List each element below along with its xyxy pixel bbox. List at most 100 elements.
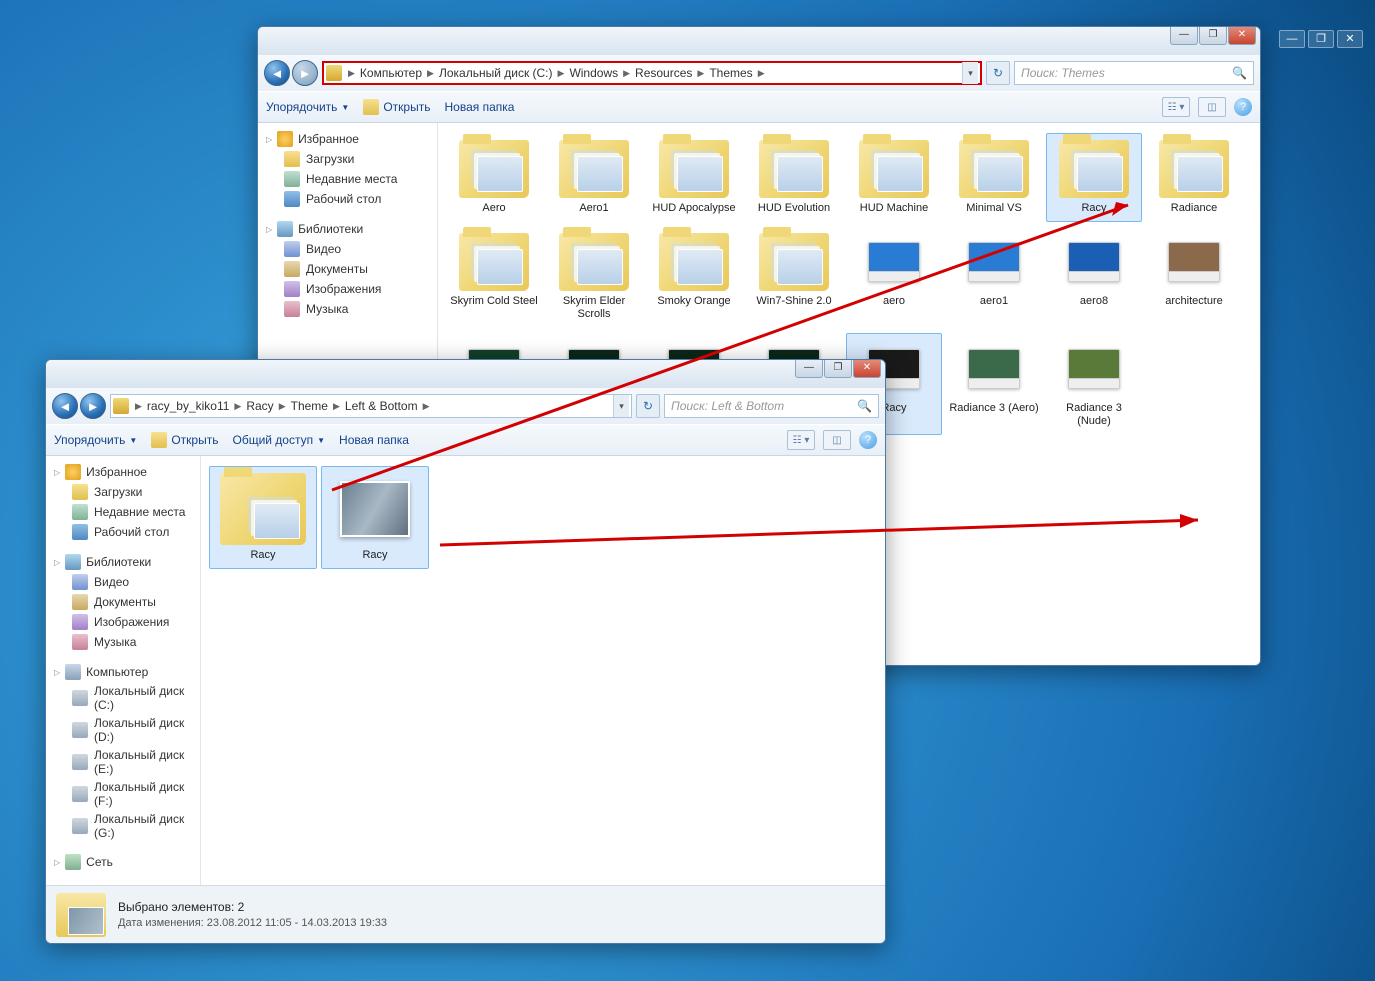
theme-item[interactable]: architecture bbox=[1146, 226, 1242, 328]
sidebar-item-downloads[interactable]: Загрузки bbox=[258, 149, 437, 169]
folder-item[interactable]: Radiance bbox=[1146, 133, 1242, 222]
sidebar-favorites[interactable]: ▷Избранное bbox=[258, 129, 437, 149]
sidebar-computer[interactable]: ▷Компьютер bbox=[46, 662, 200, 682]
chevron-right-icon[interactable]: ▶ bbox=[348, 68, 355, 79]
sidebar-item-documents[interactable]: Документы bbox=[258, 259, 437, 279]
view-options-button[interactable]: ☷ ▾ bbox=[1162, 97, 1190, 117]
folder-item[interactable]: Skyrim Cold Steel bbox=[446, 226, 542, 328]
titlebar[interactable]: — ❐ ✕ bbox=[46, 360, 885, 388]
folder-item[interactable]: Aero bbox=[446, 133, 542, 222]
chevron-right-icon[interactable]: ▶ bbox=[333, 401, 340, 412]
sidebar-libraries[interactable]: ▷Библиотеки bbox=[46, 552, 200, 572]
forward-button[interactable]: ► bbox=[80, 393, 106, 419]
chevron-right-icon[interactable]: ▶ bbox=[758, 68, 765, 79]
folder-item[interactable]: Aero1 bbox=[546, 133, 642, 222]
sidebar-item-desktop[interactable]: Рабочий стол bbox=[46, 522, 200, 542]
sidebar-item-music[interactable]: Музыка bbox=[46, 632, 200, 652]
search-input[interactable]: Поиск: Themes 🔍 bbox=[1014, 61, 1254, 85]
close-button[interactable]: ✕ bbox=[853, 360, 881, 378]
maximize-button[interactable]: ❐ bbox=[1199, 27, 1227, 45]
theme-item[interactable]: aero bbox=[846, 226, 942, 328]
breadcrumb-item[interactable]: Компьютер bbox=[357, 66, 425, 80]
address-bar[interactable]: ▶ Компьютер ▶ Локальный диск (C:) ▶ Wind… bbox=[322, 61, 982, 85]
refresh-button[interactable]: ↻ bbox=[986, 61, 1010, 85]
sidebar-item-drive-e[interactable]: Локальный диск (E:) bbox=[46, 746, 200, 778]
back-button[interactable]: ◄ bbox=[264, 60, 290, 86]
new-folder-button[interactable]: Новая папка bbox=[339, 433, 409, 447]
open-button[interactable]: Открыть bbox=[151, 432, 218, 448]
breadcrumb-item[interactable]: Resources bbox=[632, 66, 695, 80]
chevron-right-icon[interactable]: ▶ bbox=[423, 401, 430, 412]
chevron-right-icon[interactable]: ▶ bbox=[697, 68, 704, 79]
forward-button[interactable]: ► bbox=[292, 60, 318, 86]
address-dropdown[interactable]: ▾ bbox=[962, 62, 978, 84]
outer-maximize-button[interactable]: ❐ bbox=[1308, 30, 1334, 48]
sidebar-item-downloads[interactable]: Загрузки bbox=[46, 482, 200, 502]
sidebar-item-music[interactable]: Музыка bbox=[258, 299, 437, 319]
folder-item[interactable]: HUD Evolution bbox=[746, 133, 842, 222]
address-dropdown[interactable]: ▾ bbox=[613, 395, 629, 417]
sidebar-item-recent[interactable]: Недавние места bbox=[258, 169, 437, 189]
sidebar-item-video[interactable]: Видео bbox=[46, 572, 200, 592]
sidebar-item-drive-c[interactable]: Локальный диск (C:) bbox=[46, 682, 200, 714]
sidebar-item-video[interactable]: Видео bbox=[258, 239, 437, 259]
breadcrumb-item[interactable]: Локальный диск (C:) bbox=[436, 66, 556, 80]
sidebar-item-documents[interactable]: Документы bbox=[46, 592, 200, 612]
minimize-button[interactable]: — bbox=[1170, 27, 1198, 45]
sidebar-item-images[interactable]: Изображения bbox=[46, 612, 200, 632]
content-area[interactable]: Racy Racy bbox=[201, 456, 885, 885]
folder-item[interactable]: HUD Apocalypse bbox=[646, 133, 742, 222]
theme-item[interactable]: Radiance 3 (Nude) bbox=[1046, 333, 1142, 435]
breadcrumb-item[interactable]: Themes bbox=[706, 66, 755, 80]
organize-button[interactable]: Упорядочить▼ bbox=[54, 433, 137, 447]
chevron-right-icon[interactable]: ▶ bbox=[135, 401, 142, 412]
sidebar-item-images[interactable]: Изображения bbox=[258, 279, 437, 299]
chevron-right-icon[interactable]: ▶ bbox=[558, 68, 565, 79]
sidebar-libraries[interactable]: ▷Библиотеки bbox=[258, 219, 437, 239]
sidebar-item-drive-g[interactable]: Локальный диск (G:) bbox=[46, 810, 200, 842]
folder-item[interactable]: Racy bbox=[209, 466, 317, 569]
theme-item[interactable]: aero8 bbox=[1046, 226, 1142, 328]
breadcrumb-item[interactable]: Left & Bottom bbox=[342, 399, 421, 413]
help-button[interactable]: ? bbox=[859, 431, 877, 449]
new-folder-button[interactable]: Новая папка bbox=[444, 100, 514, 114]
sidebar-network[interactable]: ▷Сеть bbox=[46, 852, 200, 872]
folder-item[interactable]: Racy bbox=[1046, 133, 1142, 222]
folder-item[interactable]: Smoky Orange bbox=[646, 226, 742, 328]
chevron-right-icon[interactable]: ▶ bbox=[279, 401, 286, 412]
address-bar[interactable]: ▶ racy_by_kiko11 ▶ Racy ▶ Theme ▶ Left &… bbox=[110, 394, 632, 418]
chevron-right-icon[interactable]: ▶ bbox=[234, 401, 241, 412]
search-input[interactable]: Поиск: Left & Bottom 🔍 bbox=[664, 394, 879, 418]
chevron-right-icon[interactable]: ▶ bbox=[623, 68, 630, 79]
folder-item[interactable]: Skyrim Elder Scrolls bbox=[546, 226, 642, 328]
sidebar-item-desktop[interactable]: Рабочий стол bbox=[258, 189, 437, 209]
theme-item[interactable]: aero1 bbox=[946, 226, 1042, 328]
refresh-button[interactable]: ↻ bbox=[636, 394, 660, 418]
file-item[interactable]: Racy bbox=[321, 466, 429, 569]
help-button[interactable]: ? bbox=[1234, 98, 1252, 116]
breadcrumb-item[interactable]: Windows bbox=[566, 66, 621, 80]
back-button[interactable]: ◄ bbox=[52, 393, 78, 419]
maximize-button[interactable]: ❐ bbox=[824, 360, 852, 378]
share-button[interactable]: Общий доступ▼ bbox=[232, 433, 325, 447]
breadcrumb-item[interactable]: Racy bbox=[243, 399, 276, 413]
theme-item[interactable]: Radiance 3 (Aero) bbox=[946, 333, 1042, 435]
preview-pane-button[interactable]: ◫ bbox=[1198, 97, 1226, 117]
chevron-right-icon[interactable]: ▶ bbox=[427, 68, 434, 79]
titlebar[interactable]: — ❐ ✕ bbox=[258, 27, 1260, 55]
folder-item[interactable]: Minimal VS bbox=[946, 133, 1042, 222]
outer-close-button[interactable]: ✕ bbox=[1337, 30, 1363, 48]
sidebar-item-drive-d[interactable]: Локальный диск (D:) bbox=[46, 714, 200, 746]
preview-pane-button[interactable]: ◫ bbox=[823, 430, 851, 450]
close-button[interactable]: ✕ bbox=[1228, 27, 1256, 45]
outer-minimize-button[interactable]: — bbox=[1279, 30, 1305, 48]
view-options-button[interactable]: ☷ ▾ bbox=[787, 430, 815, 450]
breadcrumb-item[interactable]: racy_by_kiko11 bbox=[144, 399, 233, 413]
minimize-button[interactable]: — bbox=[795, 360, 823, 378]
sidebar-item-drive-f[interactable]: Локальный диск (F:) bbox=[46, 778, 200, 810]
organize-button[interactable]: Упорядочить▼ bbox=[266, 100, 349, 114]
open-button[interactable]: Открыть bbox=[363, 99, 430, 115]
folder-item[interactable]: Win7-Shine 2.0 bbox=[746, 226, 842, 328]
breadcrumb-item[interactable]: Theme bbox=[288, 399, 331, 413]
sidebar-item-recent[interactable]: Недавние места bbox=[46, 502, 200, 522]
